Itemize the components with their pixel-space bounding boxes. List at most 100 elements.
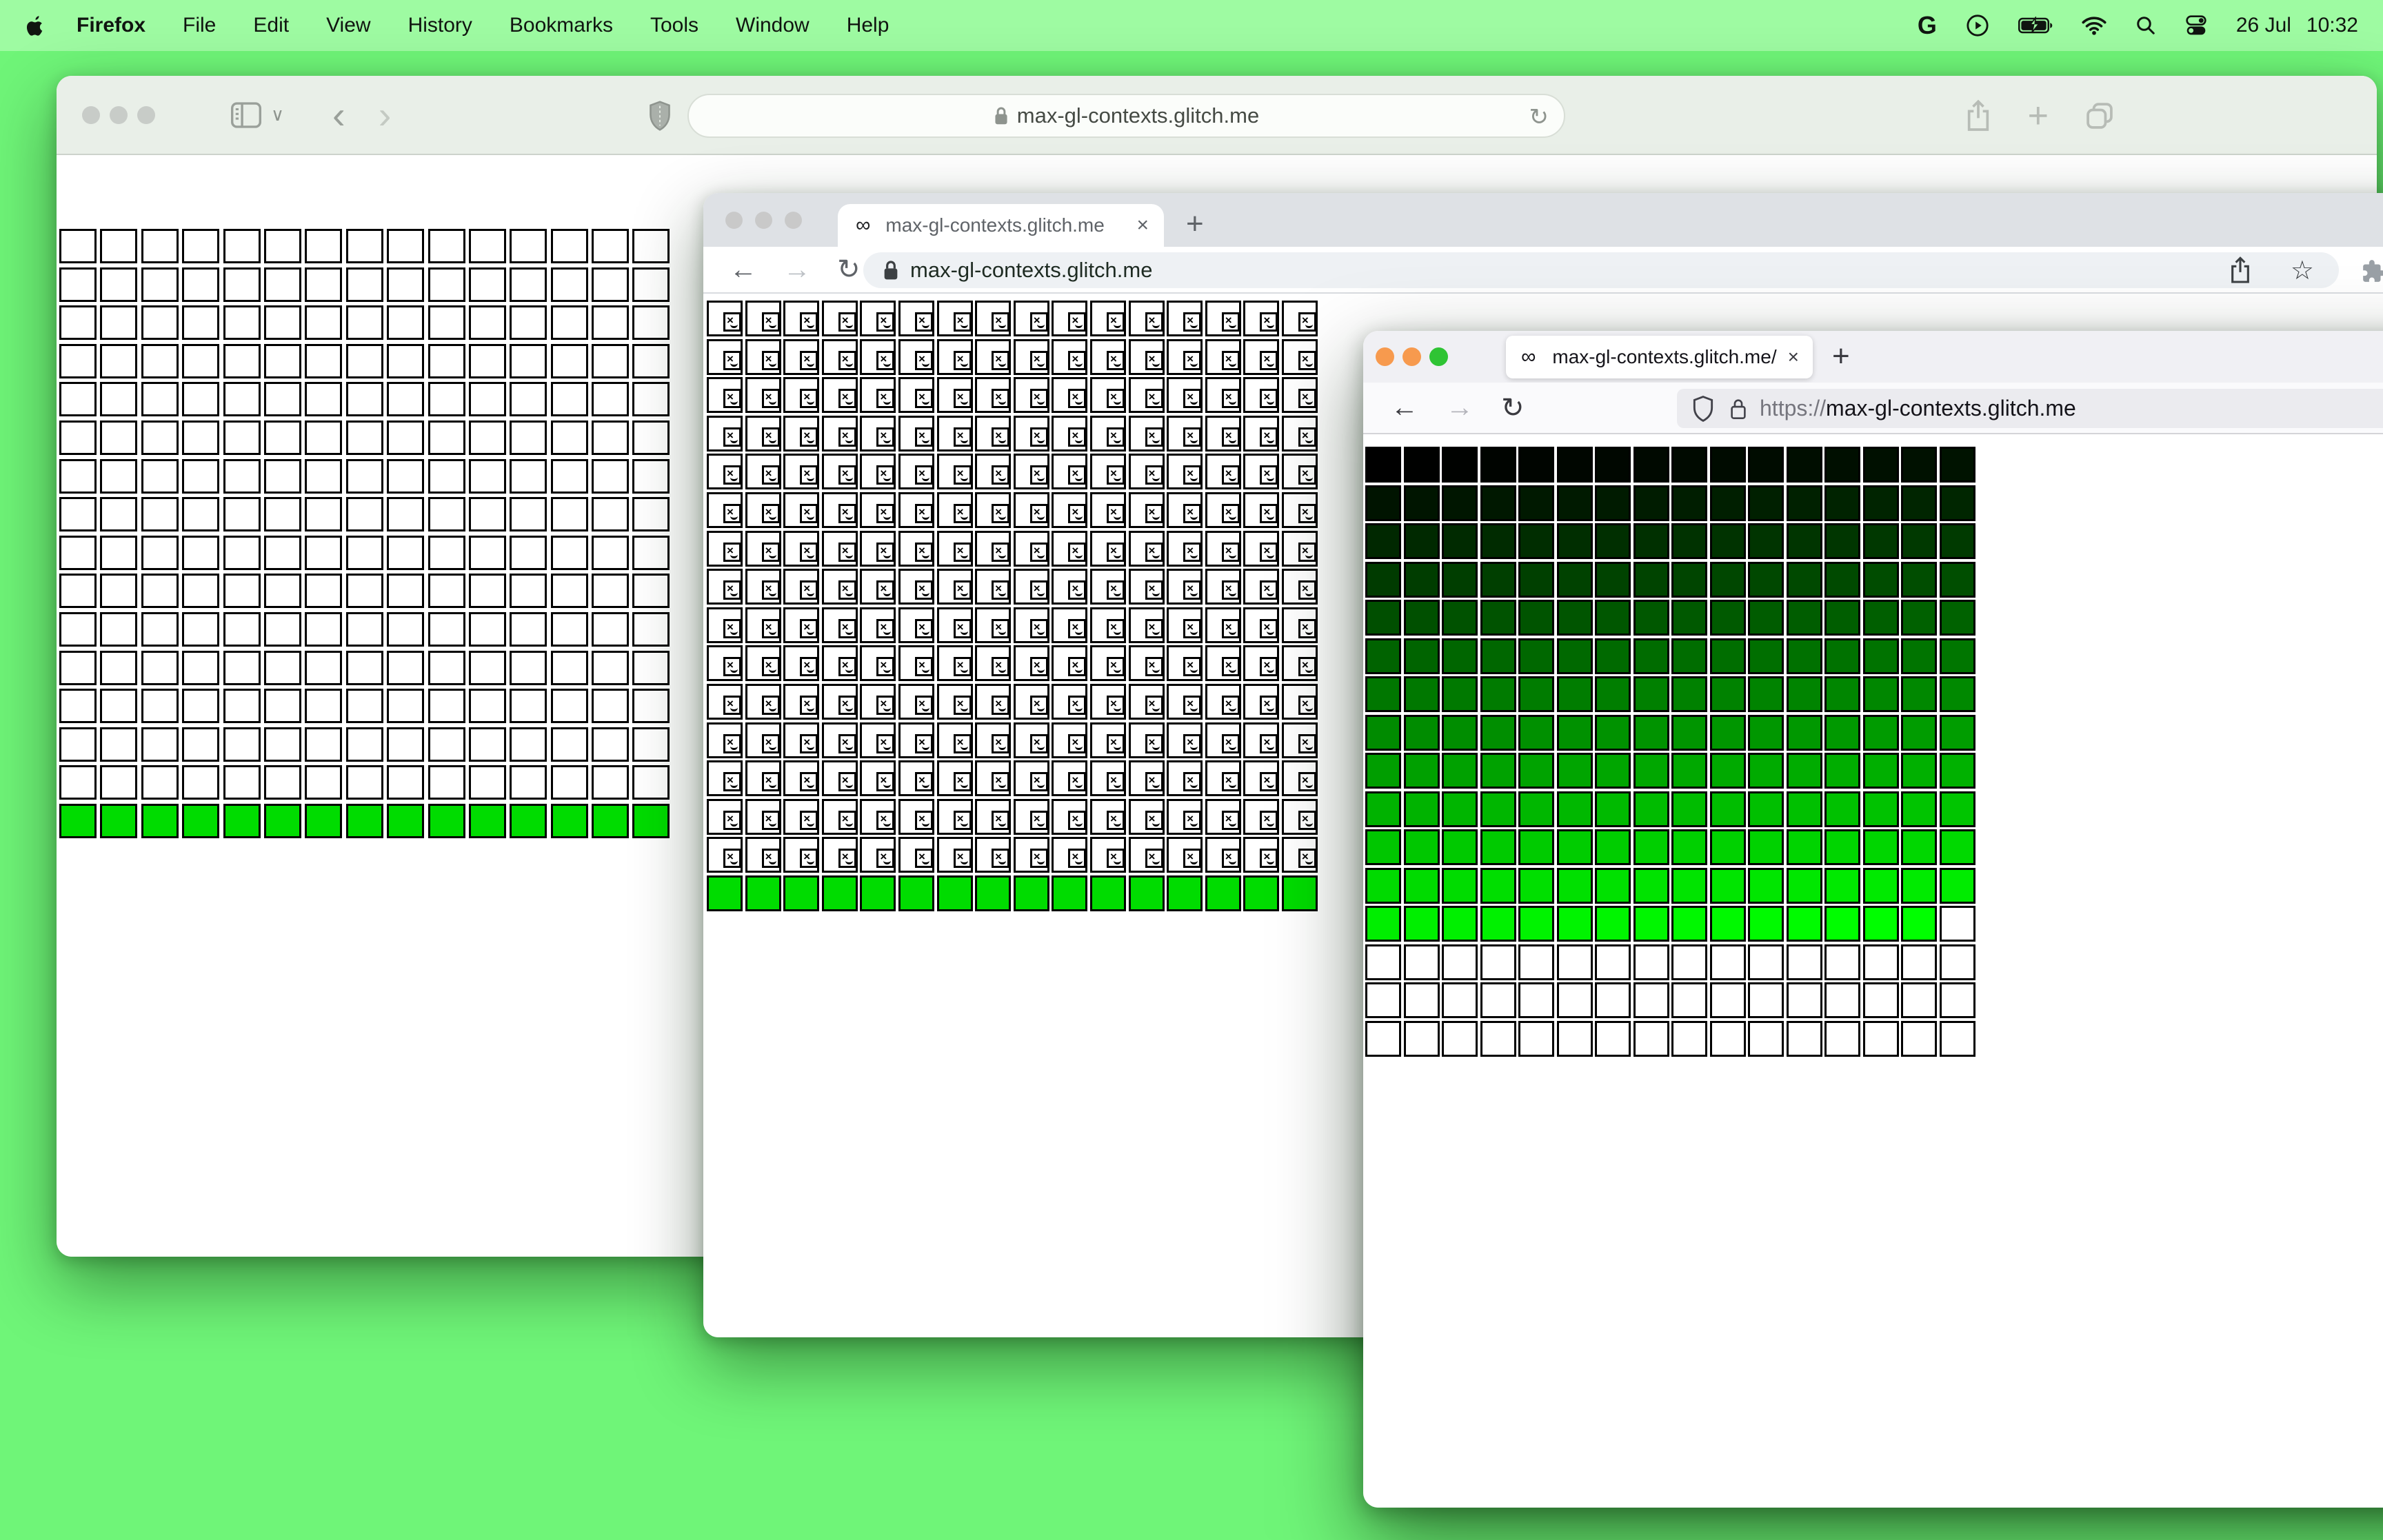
chrome-new-tab-button[interactable]: + (1186, 207, 1204, 241)
zoom-window-button[interactable] (785, 211, 802, 229)
canvas-cell: × (860, 338, 896, 375)
safari-url-bar[interactable]: max-gl-contexts.glitch.me ↻ (687, 94, 1565, 138)
close-window-button[interactable] (1376, 347, 1394, 366)
canvas-cell (305, 689, 343, 724)
share-icon[interactable] (2229, 256, 2252, 284)
broken-image-icon: × (1029, 580, 1048, 600)
chrome-url-bar[interactable]: max-gl-contexts.glitch.me ☆ (863, 252, 2339, 288)
firefox-new-tab-button[interactable]: + (1832, 339, 1850, 374)
media-play-icon[interactable] (1966, 14, 1989, 37)
canvas-cell (305, 267, 343, 302)
close-window-button[interactable] (82, 105, 100, 124)
minimize-window-button[interactable] (110, 105, 128, 124)
firefox-active-tab[interactable]: ∞ max-gl-contexts.glitch.me/ × (1506, 336, 1813, 378)
minimize-window-button[interactable] (1402, 347, 1421, 366)
firefox-reload-button[interactable]: ↻ (1501, 392, 1525, 424)
zoom-window-button[interactable] (1429, 347, 1448, 366)
broken-image-icon: × (838, 657, 856, 677)
chrome-reload-button[interactable]: ↻ (837, 254, 861, 285)
canvas-cell (1442, 485, 1478, 521)
spotlight-search-icon[interactable] (2135, 15, 2156, 36)
canvas-cell: × (1243, 415, 1280, 452)
canvas-cell: × (860, 607, 896, 643)
broken-image-icon: × (1106, 350, 1125, 370)
canvas-cell (59, 765, 97, 800)
canvas-cell: × (1128, 798, 1165, 835)
broken-image-icon: × (1221, 465, 1240, 485)
firefox-tab-strip: ∞ max-gl-contexts.glitch.me/ × + (1363, 331, 2383, 383)
canvas-cell (1633, 982, 1669, 1018)
canvas-cell (592, 689, 630, 724)
menu-item-help[interactable]: Help (828, 14, 908, 37)
safari-reload-icon[interactable]: ↻ (1529, 103, 1549, 131)
firefox-tab-close-icon[interactable]: × (1788, 346, 1799, 368)
bookmark-star-icon[interactable]: ☆ (2291, 255, 2314, 286)
menu-item-tools[interactable]: Tools (632, 14, 717, 37)
wifi-icon[interactable] (2082, 16, 2107, 35)
canvas-cell (1518, 906, 1554, 942)
apple-menu-icon[interactable] (26, 15, 44, 36)
canvas-cell (1709, 523, 1746, 559)
broken-image-icon: × (992, 312, 1010, 332)
canvas-cell (141, 689, 179, 724)
chrome-tab-close-icon[interactable]: × (1136, 214, 1149, 237)
canvas-cell (1365, 561, 1401, 598)
zoom-window-button[interactable] (137, 105, 155, 124)
canvas-cell (182, 574, 220, 609)
canvas-cell: × (821, 607, 858, 643)
canvas-cell (1786, 676, 1822, 712)
canvas-cell (263, 765, 301, 800)
chrome-forward-button[interactable]: → (783, 254, 811, 285)
menu-item-history[interactable]: History (390, 14, 491, 37)
firefox-back-button[interactable]: ← (1391, 392, 1418, 423)
lock-icon[interactable] (1729, 397, 1747, 421)
canvas-cell (1862, 982, 1899, 1018)
menu-item-window[interactable]: Window (717, 14, 828, 37)
menu-clock[interactable]: 26 Jul 10:32 (2236, 14, 2358, 37)
canvas-cell (182, 343, 220, 378)
privacy-shield-icon[interactable] (648, 101, 672, 131)
minimize-window-button[interactable] (755, 211, 772, 229)
broken-image-icon: × (953, 542, 972, 562)
canvas-cell (1709, 944, 1746, 980)
canvas-cell (1671, 714, 1707, 751)
tab-overview-icon[interactable] (2084, 101, 2115, 131)
canvas-cell (592, 727, 630, 762)
canvas-cell: × (745, 454, 781, 490)
tracking-protection-shield-icon[interactable] (1692, 395, 1714, 422)
broken-image-icon: × (876, 465, 895, 485)
canvas-cell (263, 343, 301, 378)
menu-item-view[interactable]: View (308, 14, 389, 37)
chrome-active-tab[interactable]: ∞ max-gl-contexts.glitch.me × (838, 204, 1164, 247)
canvas-cell (1013, 875, 1049, 911)
canvas-cell (1671, 982, 1707, 1018)
canvas-cell (592, 535, 630, 570)
canvas-cell: × (1281, 338, 1318, 375)
menu-item-edit[interactable]: Edit (234, 14, 308, 37)
canvas-cell (468, 765, 506, 800)
canvas-cell (1901, 523, 1937, 559)
canvas-cell: × (936, 492, 973, 528)
share-icon[interactable] (1964, 99, 1992, 132)
broken-image-icon: × (1183, 312, 1202, 332)
sidebar-toggle-icon[interactable] (231, 101, 261, 128)
canvas-cell (1518, 600, 1554, 636)
menu-item-bookmarks[interactable]: Bookmarks (491, 14, 632, 37)
broken-image-icon: × (838, 389, 856, 409)
canvas-cell: × (1281, 454, 1318, 490)
safari-toolbar-right: + (1964, 76, 2115, 155)
firefox-url-bar[interactable]: https://max-gl-contexts.glitch.me (1677, 389, 2383, 428)
canvas-cell: × (1167, 607, 1203, 643)
canvas-cell: × (1013, 454, 1049, 490)
extensions-puzzle-icon[interactable] (2361, 258, 2383, 284)
close-window-button[interactable] (725, 211, 743, 229)
firefox-forward-button[interactable]: → (1446, 392, 1474, 423)
chrome-back-button[interactable]: ← (730, 254, 757, 285)
google-icon[interactable]: G (1918, 11, 1937, 40)
battery-charging-icon[interactable] (2018, 17, 2053, 34)
control-center-icon[interactable] (2185, 14, 2207, 37)
menu-item-file[interactable]: File (164, 14, 234, 37)
sidebar-chevron-down-icon[interactable]: ∨ (271, 104, 284, 125)
menu-item-firefox[interactable]: Firefox (58, 14, 164, 37)
canvas-cell (510, 458, 547, 494)
